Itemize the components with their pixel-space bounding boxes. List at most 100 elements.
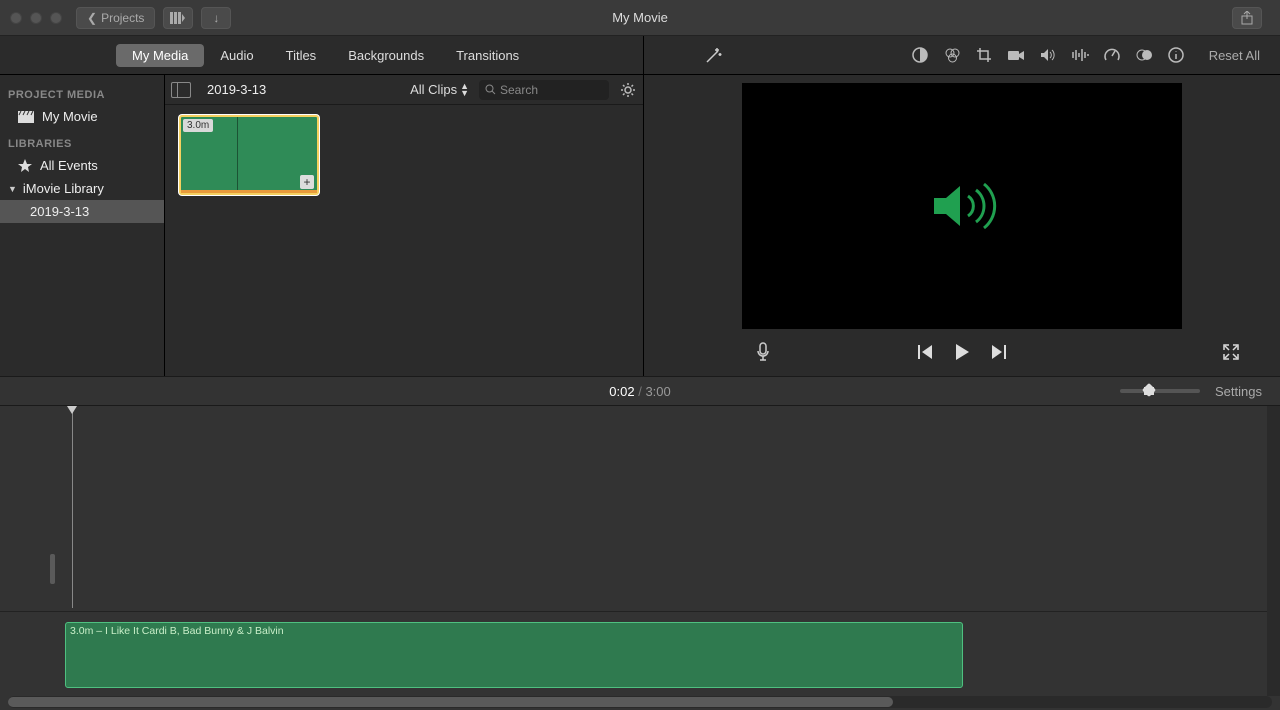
volume-button[interactable] [1039,46,1057,64]
clip-skimmer [237,117,238,190]
back-to-projects-button[interactable]: ❮ Projects [76,7,155,29]
info-icon [1167,46,1185,64]
palette-icon [943,46,961,64]
audio-clip-thumbnail[interactable]: 3.0m + [179,115,319,195]
search-input[interactable]: Search [479,80,609,100]
previous-button[interactable] [917,343,935,361]
browser-toolbar: 2019-3-13 All Clips ▲▼ Search [165,75,643,105]
next-button[interactable] [989,343,1007,361]
timeline-settings-button[interactable]: Settings [1215,384,1262,399]
speedometer-icon [1103,46,1121,64]
viewer-panel [644,75,1280,376]
tab-backgrounds[interactable]: Backgrounds [332,44,440,67]
close-window[interactable] [10,12,22,24]
horizontal-scrollbar[interactable] [8,696,1272,708]
toolbar: My Media Audio Titles Backgrounds Transi… [0,36,1280,75]
clip-filter-dropdown[interactable]: All Clips ▲▼ [410,82,469,97]
tab-audio[interactable]: Audio [204,44,269,67]
play-icon [953,343,971,361]
time-separator: / [638,384,642,399]
gear-icon [620,82,636,98]
sidebar: PROJECT MEDIA My Movie LIBRARIES All Eve… [0,75,165,376]
skip-back-icon [918,345,934,359]
crop-icon [975,46,993,64]
skip-forward-icon [990,345,1006,359]
timeline-video-track[interactable] [0,406,1280,612]
share-button[interactable] [1232,7,1262,29]
disclosure-triangle-icon[interactable]: ▼ [8,184,17,194]
playhead[interactable] [72,408,73,608]
tab-my-media[interactable]: My Media [116,44,204,67]
download-icon: ↓ [213,11,219,25]
project-name: My Movie [42,109,98,124]
overlap-icon [1135,47,1153,63]
star-icon [18,159,32,173]
timeline-audio-clip[interactable]: 3.0m – I Like It Cardi B, Bad Bunny & J … [65,622,963,688]
color-correction-button[interactable] [943,46,961,64]
preview-canvas[interactable] [742,83,1182,329]
clip-filter-label: All Clips [410,82,457,97]
clip-duration-badge: 3.0m [183,119,213,132]
timeline-clip-label: 3.0m – I Like It Cardi B, Bad Bunny & J … [66,623,962,639]
timeline-zoom-slider[interactable] [1120,389,1200,393]
crop-button[interactable] [975,46,993,64]
speed-button[interactable] [1103,46,1121,64]
stabilization-button[interactable] [1007,46,1025,64]
camera-icon [1007,48,1025,62]
color-balance-button[interactable] [911,46,929,64]
tab-titles[interactable]: Titles [270,44,333,67]
library-list-button[interactable] [163,7,193,29]
search-placeholder: Search [500,83,538,97]
clip-grid: 3.0m + [165,105,643,376]
library-label: iMovie Library [23,181,104,196]
media-browser: 2019-3-13 All Clips ▲▼ Search 3.0m + [165,75,644,376]
contrast-icon [911,46,929,64]
reset-all-button[interactable]: Reset All [1209,48,1260,63]
chevron-left-icon: ❮ [87,11,97,25]
dropdown-arrows-icon: ▲▼ [460,83,469,97]
minimize-window[interactable] [30,12,42,24]
info-strip: 0:02 / 3:00 Settings [0,376,1280,406]
library-icon [170,12,186,24]
sidebar-item-all-events[interactable]: All Events [0,154,164,177]
browser-settings-button[interactable] [619,81,637,99]
timeline[interactable]: 3.0m – I Like It Cardi B, Bad Bunny & J … [0,406,1280,710]
titlebar: ❮ Projects ↓ My Movie [0,0,1280,36]
vertical-scrollbar[interactable] [1267,406,1280,696]
toggle-sidebar-button[interactable] [171,82,191,98]
main-panel: PROJECT MEDIA My Movie LIBRARIES All Eve… [0,75,1280,376]
zoom-window[interactable] [50,12,62,24]
audio-speaker-icon [922,176,1002,236]
noise-reduction-button[interactable] [1071,46,1089,64]
all-events-label: All Events [40,158,98,173]
back-label: Projects [101,11,144,25]
adjustment-tools [911,46,1185,64]
browser-event-name: 2019-3-13 [201,82,400,97]
media-tabs: My Media Audio Titles Backgrounds Transi… [116,44,535,67]
scrollbar-thumb[interactable] [8,697,893,707]
add-to-timeline-button[interactable]: + [300,175,314,189]
play-button[interactable] [953,343,971,361]
volume-icon [1039,47,1057,63]
timecode-display: 0:02 / 3:00 [0,384,1280,399]
event-label: 2019-3-13 [30,204,89,219]
wand-icon [704,45,724,65]
timeline-marker[interactable] [50,554,55,584]
info-button[interactable] [1167,46,1185,64]
search-icon [485,84,496,95]
import-button[interactable]: ↓ [201,7,231,29]
sidebar-heading-project-media: PROJECT MEDIA [0,79,164,105]
sidebar-item-project[interactable]: My Movie [0,105,164,128]
sidebar-item-event[interactable]: 2019-3-13 [0,200,164,223]
tab-transitions[interactable]: Transitions [440,44,535,67]
share-icon [1241,11,1253,25]
equalizer-icon [1071,47,1089,63]
total-duration: 3:00 [645,384,670,399]
playback-controls [644,329,1280,374]
clapperboard-icon [18,111,34,123]
current-time: 0:02 [609,384,634,399]
clip-filter-button[interactable] [1135,46,1153,64]
enhance-button[interactable] [704,45,724,65]
sidebar-item-library[interactable]: ▼ iMovie Library [0,177,164,200]
sidebar-heading-libraries: LIBRARIES [0,128,164,154]
